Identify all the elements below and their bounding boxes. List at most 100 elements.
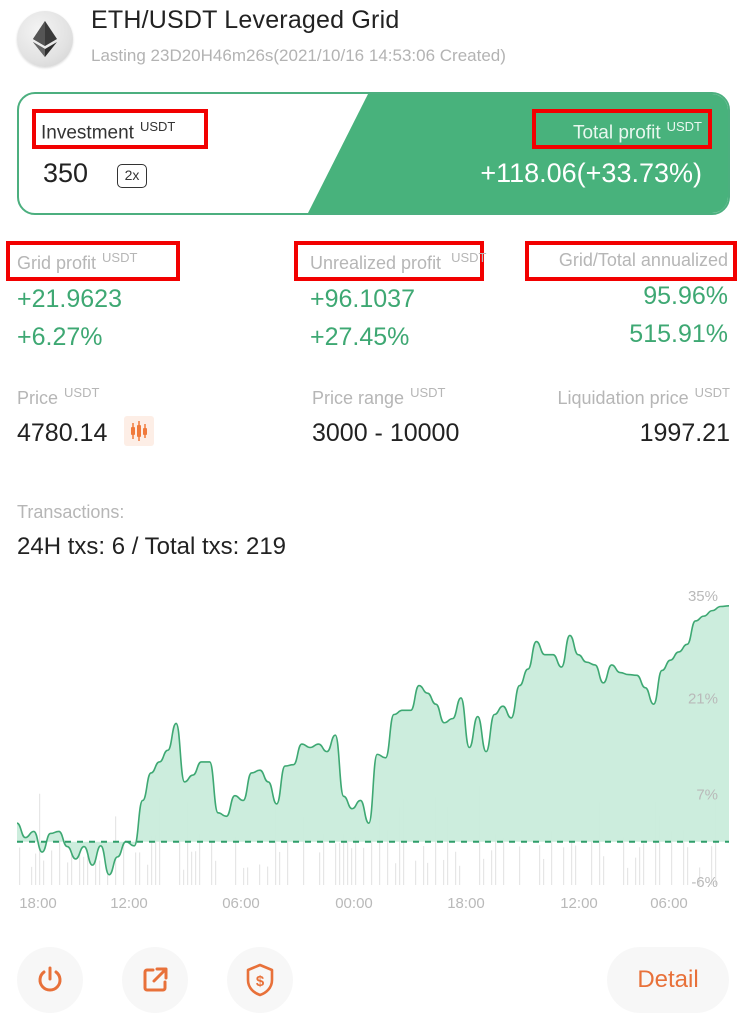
volume-bar	[687, 847, 689, 885]
volume-bar	[335, 843, 337, 885]
price-range-stat: Price range USDT 3000 - 10000	[312, 385, 459, 448]
y-tick-label: -6%	[691, 874, 718, 891]
share-external-icon	[143, 967, 168, 992]
volume-bar	[183, 869, 185, 885]
volume-bar	[627, 867, 629, 885]
x-tick-label: 06:00	[222, 895, 260, 912]
volume-bar	[395, 863, 397, 885]
volume-bar	[603, 856, 605, 885]
volume-bar	[455, 851, 457, 885]
protect-button[interactable]: $	[227, 947, 293, 1013]
annualized-stat: Grid/Total annualized 95.96% 515.91%	[559, 250, 728, 353]
y-tick-label: 35%	[688, 588, 718, 605]
volume-bar	[235, 836, 237, 885]
power-icon	[38, 966, 62, 992]
volume-bar	[571, 840, 573, 885]
volume-bar	[67, 862, 69, 885]
price-range-unit: USDT	[410, 385, 446, 400]
volume-bar	[539, 845, 541, 885]
duration-subtitle: Lasting 23D20H46m26s(2021/10/16 14:53:06…	[91, 46, 506, 65]
volume-bar	[39, 793, 41, 885]
volume-bar	[195, 851, 197, 885]
x-tick-label: 06:00	[650, 895, 688, 912]
volume-bar	[19, 847, 21, 885]
liquidation-price-stat: Liquidation price USDT 1997.21	[558, 385, 730, 448]
liquidation-price-label-text: Liquidation price	[557, 388, 689, 408]
volume-bar	[355, 836, 357, 885]
volume-bar	[643, 843, 645, 885]
volume-bar	[135, 852, 137, 885]
grid-profit-label-text: Grid profit	[17, 253, 97, 273]
price-label-text: Price	[17, 388, 59, 408]
volume-bar	[483, 858, 485, 885]
volume-bar	[139, 852, 141, 885]
volume-bar	[591, 839, 593, 885]
x-tick-label: 18:00	[447, 895, 485, 912]
volume-bar	[287, 841, 289, 885]
volume-bar	[415, 860, 417, 885]
volume-bar	[43, 860, 45, 885]
volume-bar	[151, 835, 153, 885]
price-stat: Price USDT 4780.14	[17, 385, 155, 449]
volume-bar	[519, 846, 521, 885]
grid-profit-stat: Grid profit USDT +21.9623 +6.27%	[17, 250, 137, 356]
volume-bar	[95, 860, 97, 885]
unrealized-profit-unit: USDT	[451, 250, 487, 265]
action-bar: $ Detail	[0, 945, 747, 1015]
unrealized-profit-stat: Unrealized profit USDT +96.1037 +27.45%	[310, 250, 486, 356]
volume-bar	[639, 847, 641, 885]
y-tick-label: 7%	[696, 787, 718, 804]
share-button[interactable]	[122, 947, 188, 1013]
ethereum-icon	[17, 11, 73, 67]
price-value: 4780.14	[17, 419, 108, 447]
volume-bar	[215, 860, 217, 885]
price-label: Price USDT	[17, 385, 154, 409]
volume-bar	[79, 852, 81, 885]
volume-bar	[51, 850, 53, 885]
total-annualized-value: 515.91%	[629, 320, 728, 348]
detail-button[interactable]: Detail	[607, 947, 729, 1013]
grid-profit-label: Grid profit USDT	[17, 250, 137, 274]
svg-text:$: $	[256, 973, 265, 990]
x-tick-label: 00:00	[335, 895, 373, 912]
grid-profit-percent: +6.27%	[17, 323, 103, 351]
volume-bar	[247, 867, 249, 885]
liquidation-price-label: Liquidation price USDT	[558, 385, 730, 409]
volume-bar	[155, 835, 157, 885]
volume-bar	[371, 838, 373, 885]
unrealized-profit-label-text: Unrealized profit	[310, 253, 442, 273]
volume-bar	[503, 837, 505, 885]
volume-bar	[575, 845, 577, 885]
liquidation-price-value: 1997.21	[639, 419, 730, 447]
unrealized-profit-value: +96.1037	[310, 285, 415, 313]
x-tick-label: 18:00	[19, 895, 57, 912]
total-profit-value: +118.06(+33.73%)	[480, 158, 702, 188]
volume-bar	[243, 867, 245, 885]
x-tick-label: 12:00	[560, 895, 598, 912]
volume-bar	[339, 842, 341, 885]
volume-bar	[279, 851, 281, 885]
volume-bar	[459, 865, 461, 885]
profit-chart[interactable]: 35% 21% 7% -6% 18:00 12:00 06:00 00:00 18:00 12:…	[0, 585, 747, 925]
volume-bar	[99, 860, 101, 885]
profit-chart-svg: 35% 21% 7% -6% 18:00 12:00 06:00 00:00 18:00 12:…	[16, 588, 730, 912]
transactions-value: 24H txs: 6 / Total txs: 219	[17, 533, 287, 560]
investment-value: 350	[43, 158, 89, 188]
transactions-label: Transactions:	[17, 502, 125, 522]
price-range-label: Price range USDT	[312, 385, 459, 409]
grid-annualized-value: 95.96%	[643, 282, 728, 310]
price-range-label-text: Price range	[312, 388, 405, 408]
x-tick-label: 12:00	[110, 895, 148, 912]
volume-bar	[211, 842, 213, 885]
volume-bar	[491, 850, 493, 885]
volume-bar	[267, 866, 269, 885]
volume-bar	[563, 847, 565, 885]
volume-bar	[319, 852, 321, 885]
price-value-row: 4780.14	[17, 416, 155, 449]
highlight-total-profit	[532, 109, 712, 149]
stop-bot-button[interactable]	[17, 947, 83, 1013]
volume-bar	[83, 856, 85, 885]
volume-bar	[35, 853, 37, 885]
candlestick-chart-icon[interactable]	[124, 416, 155, 447]
volume-bar	[179, 840, 181, 885]
